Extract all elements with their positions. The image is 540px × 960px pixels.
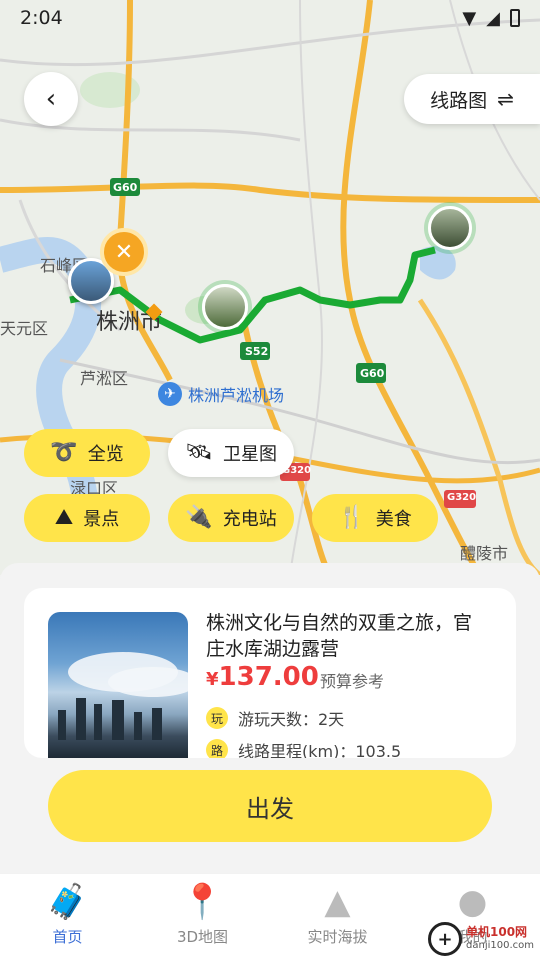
tab-3d-map[interactable]: 📍 3D地图	[135, 874, 270, 960]
watermark-name: 单机100网	[466, 925, 528, 939]
charging-label: 充电站	[222, 509, 277, 530]
map-label-city: 醴陵市	[460, 544, 509, 563]
tab-3d-map-label: 3D地图	[176, 928, 229, 946]
airport-label: 株洲芦淞机场	[188, 386, 285, 405]
food-poi-marker[interactable]: ✕	[100, 228, 148, 276]
satellite-button[interactable]: 🛰 卫星图	[168, 429, 294, 477]
days-row: 玩 游玩天数：2天	[206, 706, 344, 730]
road-label-g320-b: G320	[447, 492, 477, 503]
road-label-s52: S52	[245, 345, 269, 358]
watermark-url: danji100.com	[466, 940, 534, 951]
price-value: 137.00	[218, 662, 319, 692]
airport-marker[interactable]: ✈ 株洲芦淞机场	[158, 382, 284, 406]
fork-knife-icon: 🍴	[338, 505, 366, 530]
fork-knife-icon: ✕	[114, 239, 134, 265]
route-map-label: 线路图	[430, 89, 488, 112]
days-text: 游玩天数：2天	[238, 710, 345, 729]
back-button[interactable]: ‹	[24, 72, 78, 126]
map-pin-icon: 📍	[181, 882, 224, 922]
landscape-icon: ⛰	[54, 505, 74, 530]
mountain-icon: ▲	[324, 882, 351, 922]
airplane-icon: ✈	[158, 382, 182, 406]
map-label-district: 芦淞区	[80, 369, 129, 388]
satellite-label: 卫星图	[222, 444, 277, 465]
food-button[interactable]: 🍴 美食	[312, 494, 438, 542]
route-card[interactable]: 株洲文化与自然的双重之旅，官庄水库湖边露营 ¥137.00 预算参考 玩 游玩天…	[24, 588, 516, 758]
tab-altitude-label: 实时海拔	[307, 928, 368, 946]
distance-text: 线路里程(km)：103.5	[238, 742, 402, 758]
start-trip-button[interactable]: 出发	[48, 770, 492, 842]
tab-home-label: 首页	[52, 928, 83, 946]
battery-icon	[510, 9, 520, 27]
route-waypoint-marker[interactable]	[202, 284, 248, 330]
overview-button[interactable]: ➰ 全览	[24, 429, 150, 477]
swap-icon: ⇌	[497, 87, 514, 111]
scenic-label: 景点	[83, 509, 120, 530]
map-label-district: 天元区	[0, 319, 49, 338]
plug-icon: 🔌	[185, 505, 213, 530]
satellite-icon: 🛰	[185, 440, 213, 465]
budget-label: 预算参考	[320, 672, 385, 691]
route-map-toggle-button[interactable]: 线路图 ⇌	[404, 74, 540, 124]
overview-label: 全览	[87, 444, 124, 465]
route-end-marker[interactable]	[428, 206, 472, 250]
price-currency: ¥	[206, 669, 219, 690]
tab-altitude[interactable]: ▲ 实时海拔	[270, 874, 405, 960]
tab-home[interactable]: 🧳 首页	[0, 874, 135, 960]
road-label-g60-b: G60	[360, 367, 385, 380]
distance-row: 路 线路里程(km)：103.5	[206, 738, 401, 758]
signal-icon: ◢	[486, 7, 500, 29]
distance-badge: 路	[206, 739, 228, 758]
days-badge: 玩	[206, 707, 228, 729]
luggage-icon: 🧳	[46, 882, 89, 922]
site-watermark: + 单机100网 danji100.com	[428, 922, 534, 956]
status-time: 2:04	[20, 7, 63, 29]
charging-station-button[interactable]: 🔌 充电站	[168, 494, 294, 542]
scenic-spots-button[interactable]: ⛰ 景点	[24, 494, 150, 542]
user-icon: ●	[457, 882, 488, 922]
watermark-logo-icon: +	[428, 922, 462, 956]
wifi-icon: ▼	[462, 7, 477, 29]
status-bar: 2:04 ▼ ◢	[0, 0, 540, 36]
food-label: 美食	[375, 509, 412, 530]
road-label-g60-a: G60	[113, 181, 138, 194]
route-price: ¥137.00	[206, 662, 319, 692]
chevron-left-icon: ‹	[45, 84, 57, 114]
route-overview-icon: ➰	[50, 440, 78, 465]
route-title: 株洲文化与自然的双重之旅，官庄水库湖边露营	[206, 612, 473, 660]
route-thumbnail	[48, 612, 188, 758]
